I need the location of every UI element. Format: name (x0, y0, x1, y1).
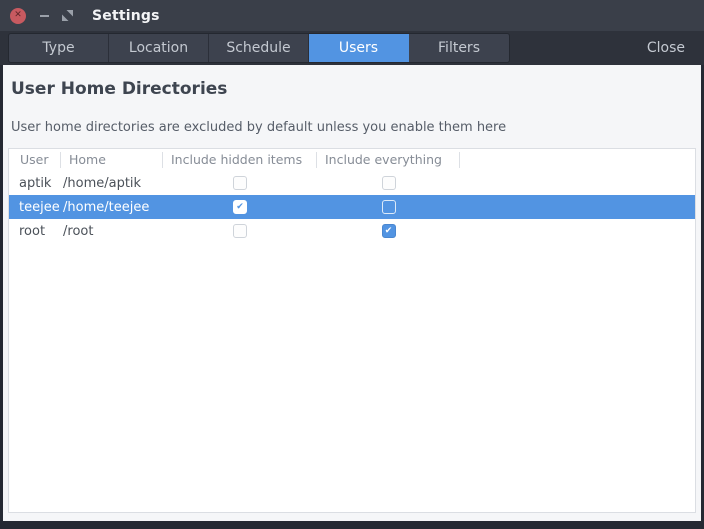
users-tab-content: User Home Directories User home director… (3, 65, 701, 521)
table-row[interactable]: aptik/home/aptik (9, 171, 695, 195)
tab-strip: Type Location Schedule Users Filters (8, 33, 510, 63)
cell-home: /home/aptik (63, 175, 142, 191)
minimize-icon (39, 14, 49, 17)
cell-home: /root (63, 223, 94, 239)
checkbox-include-hidden[interactable]: ✔ (233, 200, 247, 214)
cell-user: teejee (19, 199, 60, 215)
table-row[interactable]: teejee/home/teejee ✔ (9, 195, 695, 219)
user-directories-table: User Home Include hidden items Include e… (8, 148, 696, 513)
table-body: aptik/home/aptik teejee/home/teejee ✔ root /… (9, 171, 695, 243)
settings-window: ✕ Settings Type Location Schedule Users Filt… (0, 0, 704, 529)
window-maximize-button[interactable] (61, 8, 73, 24)
titlebar: ✕ Settings (0, 0, 704, 31)
cell-user: aptik (19, 175, 52, 191)
cell-include-hidden: ✔ (163, 200, 317, 214)
close-icon: ✕ (14, 10, 22, 20)
checkbox-include-hidden[interactable] (233, 224, 247, 238)
tabbar: Type Location Schedule Users Filters Close (0, 31, 704, 65)
checkbox-include-hidden[interactable] (233, 176, 247, 190)
tab-type[interactable]: Type (9, 34, 109, 62)
page-title: User Home Directories (11, 79, 228, 99)
table-header: User Home Include hidden items Include e… (9, 149, 695, 171)
close-button[interactable]: Close (647, 40, 685, 56)
column-header-include-everything[interactable]: Include everything (317, 152, 460, 168)
checkbox-include-everything[interactable] (381, 200, 396, 214)
maximize-icon (61, 10, 73, 21)
checkbox-include-everything[interactable]: ✔ (381, 224, 396, 238)
cell-include-hidden (163, 176, 317, 190)
column-header-home[interactable]: Home (61, 152, 163, 168)
cell-include-everything: ✔ (317, 224, 460, 238)
column-header-user[interactable]: User (9, 152, 61, 168)
page-subtitle: User home directories are excluded by de… (11, 120, 507, 135)
cell-include-hidden (163, 224, 317, 238)
cell-home: /home/teejee (63, 199, 150, 215)
window-title: Settings (92, 7, 160, 24)
tab-users[interactable]: Users (309, 34, 409, 62)
cell-user: root (19, 223, 46, 239)
table-row[interactable]: root/root ✔ (9, 219, 695, 243)
window-minimize-button[interactable] (39, 8, 49, 24)
cell-include-everything (317, 200, 460, 214)
window-close-button[interactable]: ✕ (10, 7, 26, 24)
tab-schedule[interactable]: Schedule (209, 34, 309, 62)
tab-location[interactable]: Location (109, 34, 209, 62)
column-header-include-hidden[interactable]: Include hidden items (163, 152, 317, 168)
checkbox-include-everything[interactable] (381, 176, 396, 190)
cell-include-everything (317, 176, 460, 190)
tab-filters[interactable]: Filters (409, 34, 509, 62)
